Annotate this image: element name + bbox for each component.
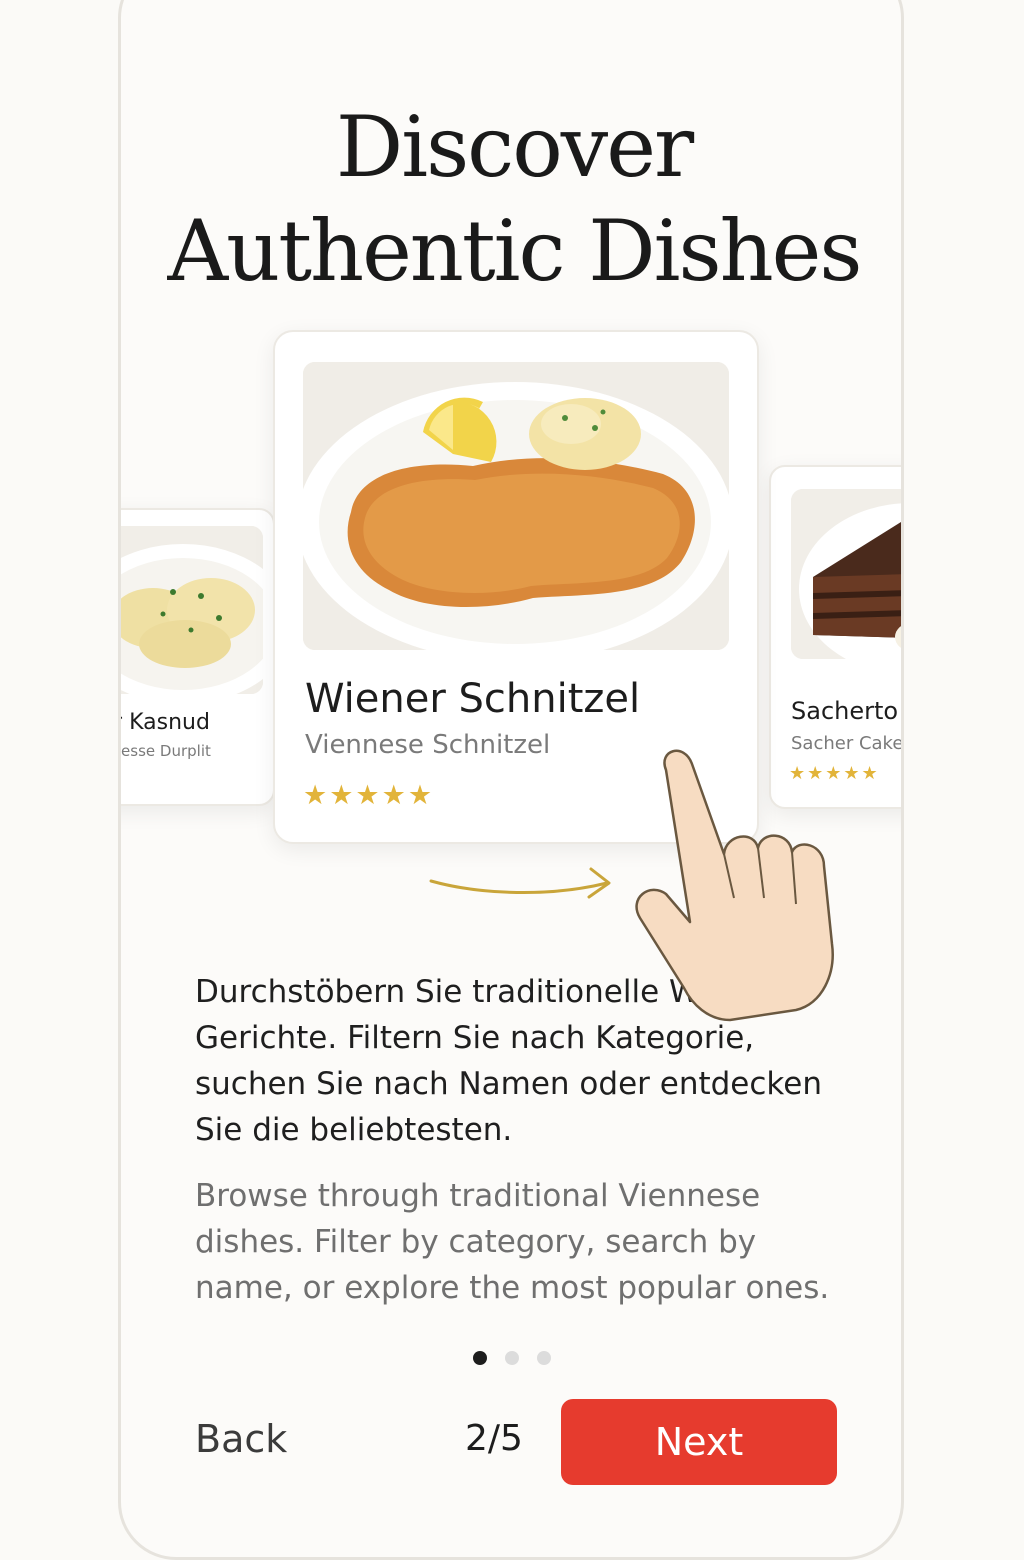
dish-name: ntner Kasnud xyxy=(121,710,210,735)
swipe-hand-icon xyxy=(626,748,846,1032)
pagination-dot-active[interactable] xyxy=(473,1351,487,1365)
dish-card-kasnudeln[interactable]: ntner Kasnud man Chesse Durplit ★★★ xyxy=(121,508,275,806)
dish-name: Sacherto xyxy=(791,697,899,725)
description-english: Browse through traditional Viennese dish… xyxy=(195,1178,830,1306)
dumplings-image xyxy=(121,526,263,694)
dish-name: Wiener Schnitzel xyxy=(305,676,641,722)
swipe-arrow-icon xyxy=(421,863,621,911)
sacher-cake-image xyxy=(791,489,901,659)
onboarding-screen: Discover Authentic Dishes ntner Kasnud m… xyxy=(118,0,904,1560)
dish-subtitle: Viennese Schnitzel xyxy=(305,730,551,760)
page-title-line-2: Authentic Dishes xyxy=(167,202,862,300)
dish-subtitle: man Chesse Durplit xyxy=(121,742,211,760)
schnitzel-image xyxy=(303,362,729,650)
back-button[interactable]: Back xyxy=(195,1413,287,1465)
next-button[interactable]: Next xyxy=(561,1399,837,1485)
page-title-line-1: Discover xyxy=(335,98,694,196)
pagination-dot[interactable] xyxy=(537,1351,551,1365)
rating-stars: ★★★★★ xyxy=(303,780,435,811)
step-counter: 2/5 xyxy=(465,1418,523,1459)
pagination-dot[interactable] xyxy=(505,1351,519,1365)
